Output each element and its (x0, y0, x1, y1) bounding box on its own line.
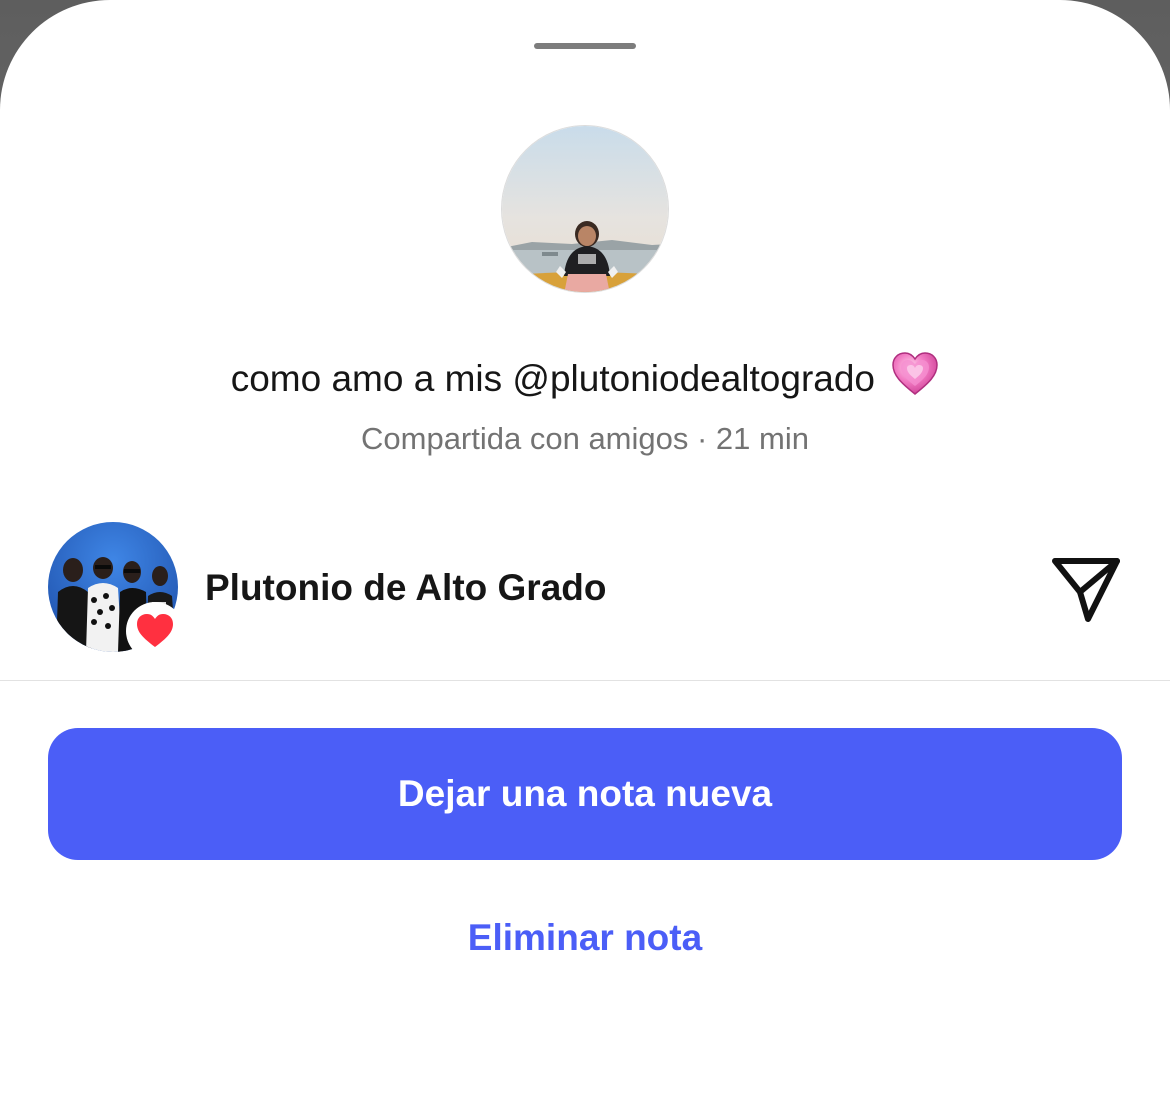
note-text-content: como amo a mis @plutoniodealtogrado (230, 357, 876, 399)
delete-note-button[interactable]: Eliminar nota (0, 914, 1170, 962)
divider (0, 680, 1170, 681)
song-row[interactable]: Plutonio de Alto Grado (0, 520, 1170, 660)
new-note-button[interactable]: Dejar una nota nueva (48, 728, 1122, 860)
note-text: como amo a mis @plutoniodealtogrado (0, 350, 1170, 412)
note-meta: Compartida con amigos · 21 min (361, 421, 809, 456)
profile-avatar[interactable] (501, 125, 669, 293)
sparkling-heart-icon (891, 350, 939, 412)
song-title[interactable]: Plutonio de Alto Grado (205, 566, 607, 610)
paper-plane-icon[interactable] (1050, 554, 1122, 626)
heart-icon[interactable] (126, 602, 184, 660)
note-bottom-sheet: como amo a mis @plutoniodealtogrado Comp… (0, 0, 1170, 1118)
sheet-grabber[interactable] (534, 43, 636, 49)
